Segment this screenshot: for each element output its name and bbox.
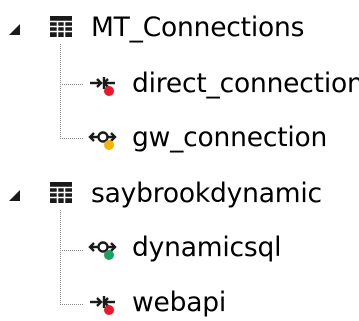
direct-connection-icon xyxy=(88,288,118,318)
status-warning-dot xyxy=(104,140,114,150)
tree-item-label: gw_connection xyxy=(132,122,328,153)
tree-item-label: webapi xyxy=(132,287,227,318)
collapse-arrow-icon[interactable] xyxy=(6,186,24,204)
tree-item-gw-connection[interactable]: gw_connection xyxy=(80,118,359,158)
collapse-arrow-icon[interactable] xyxy=(6,20,24,38)
tree-item-direct-connection[interactable]: direct_connection xyxy=(80,64,359,104)
tree-group-label: saybrookdynamic xyxy=(91,178,322,209)
status-error-dot xyxy=(104,305,114,315)
tree-item-dynamicsql[interactable]: dynamicsql xyxy=(80,228,359,268)
tree-item-label: dynamicsql xyxy=(132,232,282,263)
direct-connection-icon xyxy=(88,69,118,99)
tree-group-saybrookdynamic[interactable]: saybrookdynamic xyxy=(0,174,330,214)
gateway-connection-icon xyxy=(88,123,118,153)
gateway-connection-icon xyxy=(88,233,118,263)
database-table-icon xyxy=(46,178,76,208)
tree-item-label: direct_connection xyxy=(132,68,359,99)
status-ok-dot xyxy=(104,250,114,260)
connection-tree: MT_Connections direct_connection gw_conn… xyxy=(0,0,359,321)
database-table-icon xyxy=(46,12,76,42)
status-error-dot xyxy=(104,86,114,96)
tree-group-label: MT_Connections xyxy=(91,12,305,43)
tree-item-webapi[interactable]: webapi xyxy=(80,283,359,321)
tree-group-mt-connections[interactable]: MT_Connections xyxy=(0,8,320,48)
